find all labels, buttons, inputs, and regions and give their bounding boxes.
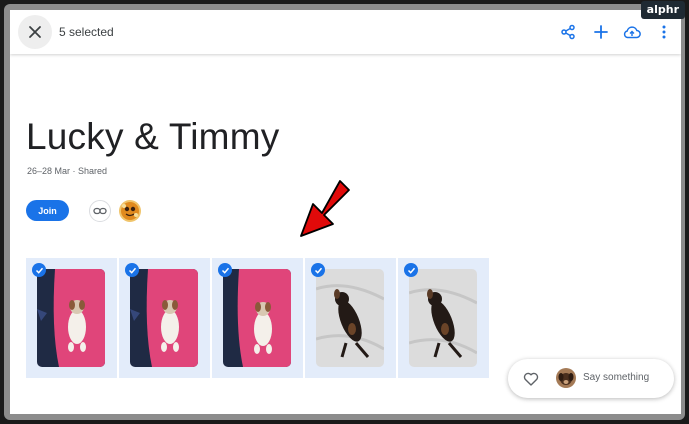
puppy-on-red-blanket-image: [37, 269, 105, 367]
link-icon: [93, 207, 107, 215]
checkmark-icon: [221, 267, 229, 274]
selected-check[interactable]: [311, 263, 325, 277]
alphr-watermark-logo: alphr: [640, 1, 685, 19]
avatar-cartoon-image: [119, 200, 141, 222]
close-selection-button[interactable]: [18, 15, 52, 49]
puppy-on-red-blanket-image: [130, 269, 198, 367]
checkmark-icon: [407, 267, 415, 274]
checkmark-icon: [35, 267, 43, 274]
photo-grid: [26, 258, 489, 378]
photo-tile[interactable]: [305, 258, 396, 378]
black-puppy-on-white-blanket-image: [409, 269, 477, 367]
selected-check[interactable]: [32, 263, 46, 277]
share-button[interactable]: [558, 22, 578, 42]
selected-count: 5 selected: [59, 25, 114, 39]
join-button[interactable]: Join: [26, 200, 69, 221]
user-avatar: [556, 368, 576, 388]
dog-avatar-image: [556, 368, 576, 388]
owner-avatar[interactable]: [119, 200, 141, 222]
photo-thumbnail: [409, 269, 477, 367]
photo-tile[interactable]: [212, 258, 303, 378]
close-icon: [29, 26, 41, 38]
comment-bar[interactable]: Say something: [508, 359, 674, 398]
add-button[interactable]: [591, 22, 611, 42]
more-options-button[interactable]: [654, 22, 674, 42]
puppy-on-red-blanket-image: [223, 269, 291, 367]
red-arrow-annotation: [300, 180, 350, 237]
checkmark-icon: [128, 267, 136, 274]
upload-to-cloud-button[interactable]: [622, 22, 642, 42]
heart-icon[interactable]: [523, 371, 539, 387]
photo-tile[interactable]: [398, 258, 489, 378]
album-date-shared: 26–28 Mar · Shared: [27, 166, 108, 176]
cloud-upload-icon: [623, 26, 641, 39]
copy-link-button[interactable]: [89, 200, 111, 222]
photo-thumbnail: [223, 269, 291, 367]
album-title: Lucky & Timmy: [26, 116, 280, 157]
photo-thumbnail: [37, 269, 105, 367]
comment-input-placeholder[interactable]: Say something: [583, 372, 649, 383]
photo-tile[interactable]: [26, 258, 117, 378]
selection-toolbar: 5 selected: [10, 10, 681, 54]
share-icon: [561, 24, 575, 40]
selected-check[interactable]: [125, 263, 139, 277]
photo-thumbnail: [316, 269, 384, 367]
black-puppy-on-white-blanket-image: [316, 269, 384, 367]
photo-thumbnail: [130, 269, 198, 367]
selected-check[interactable]: [218, 263, 232, 277]
add-icon: [594, 25, 608, 39]
selected-check[interactable]: [404, 263, 418, 277]
photo-tile[interactable]: [119, 258, 210, 378]
checkmark-icon: [314, 267, 322, 274]
more-vert-icon: [662, 25, 666, 39]
google-photos-window: 5 selected Lucky & Timmy 26–28 Mar · Sha…: [10, 10, 681, 414]
